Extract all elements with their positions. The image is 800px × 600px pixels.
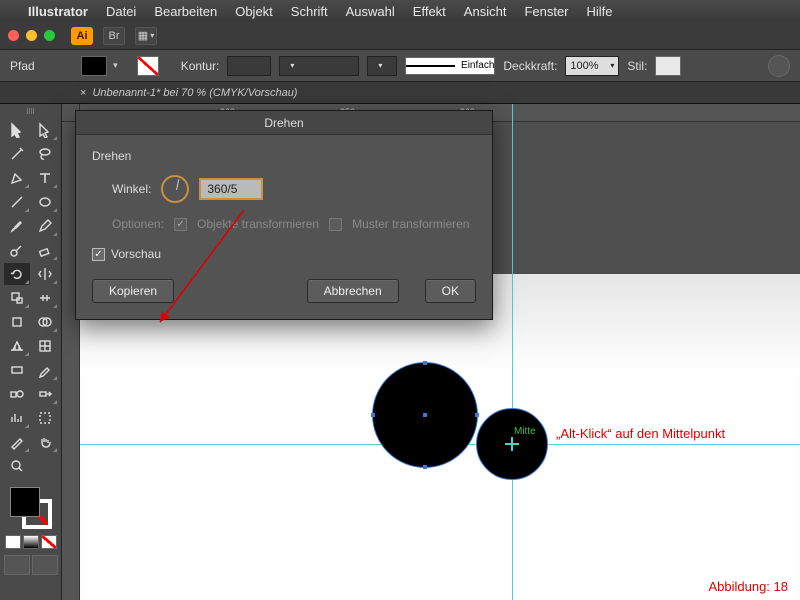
options-label: Optionen:: [112, 217, 164, 231]
ok-button[interactable]: OK: [425, 279, 476, 303]
selection-tool[interactable]: [4, 119, 30, 141]
menu-effekt[interactable]: Effekt: [413, 4, 446, 19]
close-tab-icon[interactable]: ×: [80, 87, 86, 99]
hand-tool[interactable]: [32, 431, 58, 453]
color-mode-row: [5, 535, 57, 549]
column-graph-tool[interactable]: [4, 407, 30, 429]
menu-fenster[interactable]: Fenster: [524, 4, 568, 19]
transform-patterns-checkbox: [329, 218, 342, 231]
opacity-field[interactable]: 100%: [565, 56, 619, 76]
guide-vertical[interactable]: [512, 104, 513, 600]
lasso-tool[interactable]: [32, 143, 58, 165]
color-mode-gradient[interactable]: [23, 535, 39, 549]
smart-guide-label: Mitte: [514, 426, 536, 437]
stroke-none-swatch[interactable]: [137, 56, 159, 76]
scale-tool[interactable]: [4, 287, 30, 309]
angle-input[interactable]: 360/5: [199, 178, 263, 200]
direct-selection-tool[interactable]: [32, 119, 58, 141]
mesh-tool[interactable]: [32, 335, 58, 357]
minimize-window-button[interactable]: [26, 30, 37, 41]
fill-stroke-indicator[interactable]: [8, 485, 54, 531]
zoom-window-button[interactable]: [44, 30, 55, 41]
brush-select[interactable]: [279, 56, 359, 76]
stroke-weight-field[interactable]: [227, 56, 271, 76]
artboard-tool[interactable]: [32, 407, 58, 429]
annotation-text: „Alt-Klick“ auf den Mittelpunkt: [556, 426, 725, 441]
style-swatch[interactable]: [655, 56, 681, 76]
stroke-label: Kontur:: [181, 59, 220, 73]
blob-brush-tool[interactable]: [4, 239, 30, 261]
style-label: Stil:: [627, 59, 647, 73]
copy-button[interactable]: Kopieren: [92, 279, 174, 303]
close-window-button[interactable]: [8, 30, 19, 41]
stroke-profile-preview[interactable]: Einfach: [405, 57, 495, 75]
zoom-tool[interactable]: [4, 455, 30, 477]
width-tool[interactable]: [32, 287, 58, 309]
document-setup-icon[interactable]: [768, 55, 790, 77]
shape-builder-tool[interactable]: [32, 311, 58, 333]
menubar-app[interactable]: Illustrator: [28, 4, 88, 19]
ellipse-tool[interactable]: [32, 191, 58, 213]
paintbrush-tool[interactable]: [4, 215, 30, 237]
screen-mode-normal[interactable]: [4, 555, 30, 575]
dialog-title: Drehen: [76, 111, 492, 135]
angle-label: Winkel:: [112, 182, 151, 196]
dialog-section-label: Drehen: [92, 149, 476, 163]
variable-width-select[interactable]: [367, 56, 397, 76]
bridge-button[interactable]: Br: [103, 27, 125, 45]
angle-dial[interactable]: [161, 175, 189, 203]
transform-objects-checkbox: [174, 218, 187, 231]
free-transform-tool[interactable]: [4, 311, 30, 333]
blend-tool[interactable]: [4, 383, 30, 405]
tools-panel: [0, 104, 62, 600]
document-tabs: × Unbenannt-1* bei 70 % (CMYK/Vorschau): [0, 82, 800, 104]
illustrator-badge-icon: Ai: [71, 27, 93, 45]
stroke-profile-label: Einfach: [461, 60, 494, 71]
preview-label: Vorschau: [111, 247, 161, 261]
menu-schrift[interactable]: Schrift: [291, 4, 328, 19]
screen-mode-row: [4, 555, 58, 575]
opacity-label: Deckkraft:: [503, 59, 557, 73]
cancel-button[interactable]: Abbrechen: [307, 279, 399, 303]
transform-patterns-label: Muster transformieren: [352, 217, 469, 231]
mac-menubar: Illustrator Datei Bearbeiten Objekt Schr…: [0, 0, 800, 22]
menu-datei[interactable]: Datei: [106, 4, 136, 19]
rotate-tool[interactable]: [4, 263, 30, 285]
control-bar: Pfad Kontur: Einfach Deckkraft: 100% Sti…: [0, 50, 800, 82]
slice-tool[interactable]: [4, 431, 30, 453]
context-label: Pfad: [10, 59, 35, 73]
color-mode-solid[interactable]: [5, 535, 21, 549]
transform-objects-label: Objekte transformieren: [197, 217, 319, 231]
menu-objekt[interactable]: Objekt: [235, 4, 273, 19]
magic-wand-tool[interactable]: [4, 143, 30, 165]
fill-swatch[interactable]: [81, 56, 107, 76]
perspective-grid-tool[interactable]: [4, 335, 30, 357]
pen-tool[interactable]: [4, 167, 30, 189]
line-tool[interactable]: [4, 191, 30, 213]
color-mode-none[interactable]: [41, 535, 57, 549]
eyedropper-tool[interactable]: [32, 359, 58, 381]
menu-bearbeiten[interactable]: Bearbeiten: [154, 4, 217, 19]
symbol-sprayer-tool[interactable]: [32, 383, 58, 405]
rotate-dialog: Drehen Drehen Winkel: 360/5 Optionen: Ob…: [75, 110, 493, 320]
menu-hilfe[interactable]: Hilfe: [587, 4, 613, 19]
pencil-tool[interactable]: [32, 215, 58, 237]
rotation-center-icon[interactable]: [505, 437, 519, 451]
menu-ansicht[interactable]: Ansicht: [464, 4, 507, 19]
panel-grip-icon[interactable]: [4, 108, 58, 116]
screen-mode-full[interactable]: [32, 555, 58, 575]
app-toolbar: Ai Br ▦: [0, 22, 800, 50]
document-tab-title[interactable]: Unbenannt-1* bei 70 % (CMYK/Vorschau): [92, 87, 297, 99]
window-controls: [8, 30, 55, 41]
eraser-tool[interactable]: [32, 239, 58, 261]
type-tool[interactable]: [32, 167, 58, 189]
gradient-tool[interactable]: [4, 359, 30, 381]
preview-checkbox[interactable]: [92, 248, 105, 261]
menu-auswahl[interactable]: Auswahl: [346, 4, 395, 19]
large-circle-path[interactable]: [372, 362, 478, 468]
arrange-documents-button[interactable]: ▦: [135, 27, 157, 45]
fill-indicator[interactable]: [10, 487, 40, 517]
reflect-tool[interactable]: [32, 263, 58, 285]
figure-number: Abbildung: 18: [708, 579, 788, 594]
